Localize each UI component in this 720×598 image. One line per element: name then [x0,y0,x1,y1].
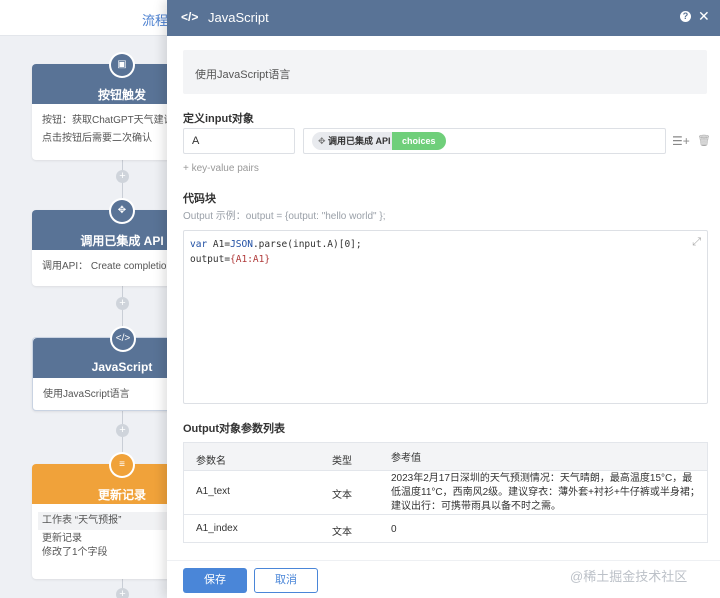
row-name: A1_index [196,523,238,534]
add-step-icon[interactable]: + [116,170,129,183]
code-token: {A1:A1} [230,254,271,265]
cursor-click-icon: ▣ [111,54,133,76]
panel-title: JavaScript [208,10,269,25]
tab-flow[interactable]: 流程 [142,10,168,29]
javascript-panel: </> JavaScript ? ✕ 使用JavaScript语言 定义inpu… [167,0,720,598]
code-token: A1= [212,239,231,250]
code-token: var [190,239,213,250]
table-row: A1_index 文本 0 [184,515,707,543]
code-line: var A1=JSON.parse(input.A)[0]; [190,237,701,252]
node-icon-wrap: </> [110,326,136,352]
code-token: .parse(input.A)[0]; [252,239,362,250]
header-cell: 参数名 [196,456,226,467]
trash-icon[interactable]: 🗑 [697,134,711,147]
output-section-label: Output对象参数列表 [183,423,286,435]
panel-header: </> JavaScript ? ✕ [167,0,720,36]
add-key-value-link[interactable]: + key-value pairs [183,163,259,174]
row-value: 0 [391,524,397,535]
add-step-icon[interactable]: + [116,424,129,437]
chip-label: 调用已集成 API [328,136,391,146]
node-icon-wrap: ▣ [109,52,135,78]
table-header: 参数名 类型 参考值 [184,443,707,471]
row-type: 文本 [332,490,352,501]
move-arrows-icon: ✥ [111,200,133,222]
header-cell: 参考值 [391,453,421,464]
code-hint: Output 示例：output = {output: "hello world… [183,211,386,222]
table-row: A1_text 文本 2023年2月17日深圳的天气预测情况：天气晴朗，最高温度… [184,471,707,515]
field-tag: choices [392,132,446,150]
source-chip[interactable]: ✥ 调用已集成 API [312,132,399,150]
row-type: 文本 [332,527,352,538]
output-table: 参数名 类型 参考值 A1_text 文本 2023年2月17日深圳的天气预测情… [183,442,708,543]
list-add-icon[interactable]: ☰+ [672,134,690,148]
code-line: output={A1:A1} [190,252,701,267]
help-icon[interactable]: ? [680,11,691,22]
code-token: output= [190,254,231,265]
code-section-label: 代码块 [183,193,216,205]
add-step-icon[interactable]: + [116,588,129,598]
input-section-label: 定义input对象 [183,113,254,125]
add-step-icon[interactable]: + [116,297,129,310]
cancel-button[interactable]: 取消 [254,568,318,593]
edit-list-icon: ≡ [111,454,133,476]
code-icon: </> [181,10,199,24]
close-icon[interactable]: ✕ [698,8,710,25]
row-name: A1_text [196,486,230,497]
row-value: 2023年2月17日深圳的天气预测情况：天气晴朗，最高温度15°C，最低温度11… [391,473,700,512]
code-icon: </> [112,328,134,350]
node-icon-wrap: ≡ [109,452,135,478]
input-value-field[interactable]: ✥ 调用已集成 API choices [303,128,666,154]
node-icon-wrap: ✥ [109,198,135,224]
code-editor[interactable]: ⤢ var A1=JSON.parse(input.A)[0]; output=… [183,230,708,404]
save-button[interactable]: 保存 [183,568,247,593]
description-input[interactable]: 使用JavaScript语言 [183,50,707,94]
move-arrows-icon: ✥ [318,136,329,146]
header-cell: 类型 [332,456,352,467]
input-key-field[interactable]: A [183,128,295,154]
expand-icon[interactable]: ⤢ [692,234,701,249]
watermark: @稀土掘金技术社区 [570,569,688,584]
code-token: JSON [230,239,253,250]
